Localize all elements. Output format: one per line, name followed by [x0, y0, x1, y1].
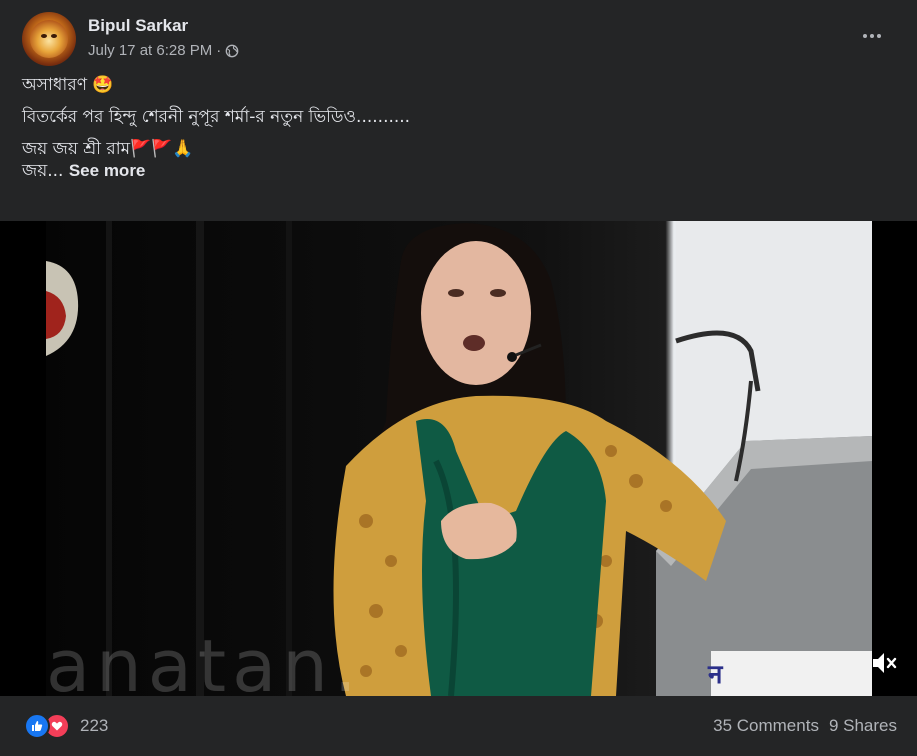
post-header: Bipul Sarkar July 17 at 6:28 PM ·	[22, 12, 902, 68]
comments-count-link[interactable]: 35 Comments	[713, 716, 819, 736]
lion-face-graphic	[30, 20, 68, 58]
more-options-button[interactable]	[854, 18, 890, 54]
post-text-line-last: জয়... See more	[22, 160, 892, 182]
globe-icon[interactable]	[225, 44, 239, 58]
volume-muted-icon	[873, 653, 897, 673]
avatar-eye-left	[41, 34, 47, 38]
video-frame: न anatan.	[46, 221, 872, 696]
more-horizontal-icon	[862, 34, 883, 38]
post-text-line: বিতর্কের পর হিন্দু শেরনী নুপূর শর্মা-র ন…	[22, 107, 411, 127]
post-text-truncated: জয়...	[22, 161, 64, 181]
mute-toggle-button[interactable]	[869, 648, 899, 678]
avatar-eye-right	[51, 34, 57, 38]
like-icon	[24, 713, 50, 739]
engagement-counts: 35 Comments 9 Shares	[713, 716, 897, 736]
reaction-count: 223	[80, 716, 109, 735]
svg-text:anatan.: anatan.	[46, 624, 363, 696]
see-more-link[interactable]: See more	[69, 161, 146, 180]
post-footer: 223 35 Comments 9 Shares	[0, 696, 917, 756]
video-player[interactable]: न anatan.	[0, 221, 917, 696]
meta-separator: ·	[216, 42, 222, 59]
post-meta: July 17 at 6:28 PM ·	[88, 42, 239, 59]
shares-count-link[interactable]: 9 Shares	[829, 716, 897, 736]
video-still-graphic: न anatan.	[46, 221, 872, 696]
svg-text:न: न	[707, 660, 724, 690]
avatar[interactable]	[22, 12, 76, 66]
post-text-line: অসাধারণ 🤩	[22, 75, 114, 95]
author-name[interactable]: Bipul Sarkar	[88, 16, 188, 36]
reactions-summary[interactable]: 223	[24, 713, 108, 739]
timestamp-link[interactable]: July 17 at 6:28 PM	[88, 42, 212, 59]
post-text-line: জয় জয় শ্রী রাম🚩🚩🙏	[22, 139, 194, 159]
feed-post: Bipul Sarkar July 17 at 6:28 PM · অসাধার…	[0, 0, 917, 756]
post-text: অসাধারণ 🤩 বিতর্কের পর হিন্দু শেরনী নুপূর…	[22, 74, 892, 182]
